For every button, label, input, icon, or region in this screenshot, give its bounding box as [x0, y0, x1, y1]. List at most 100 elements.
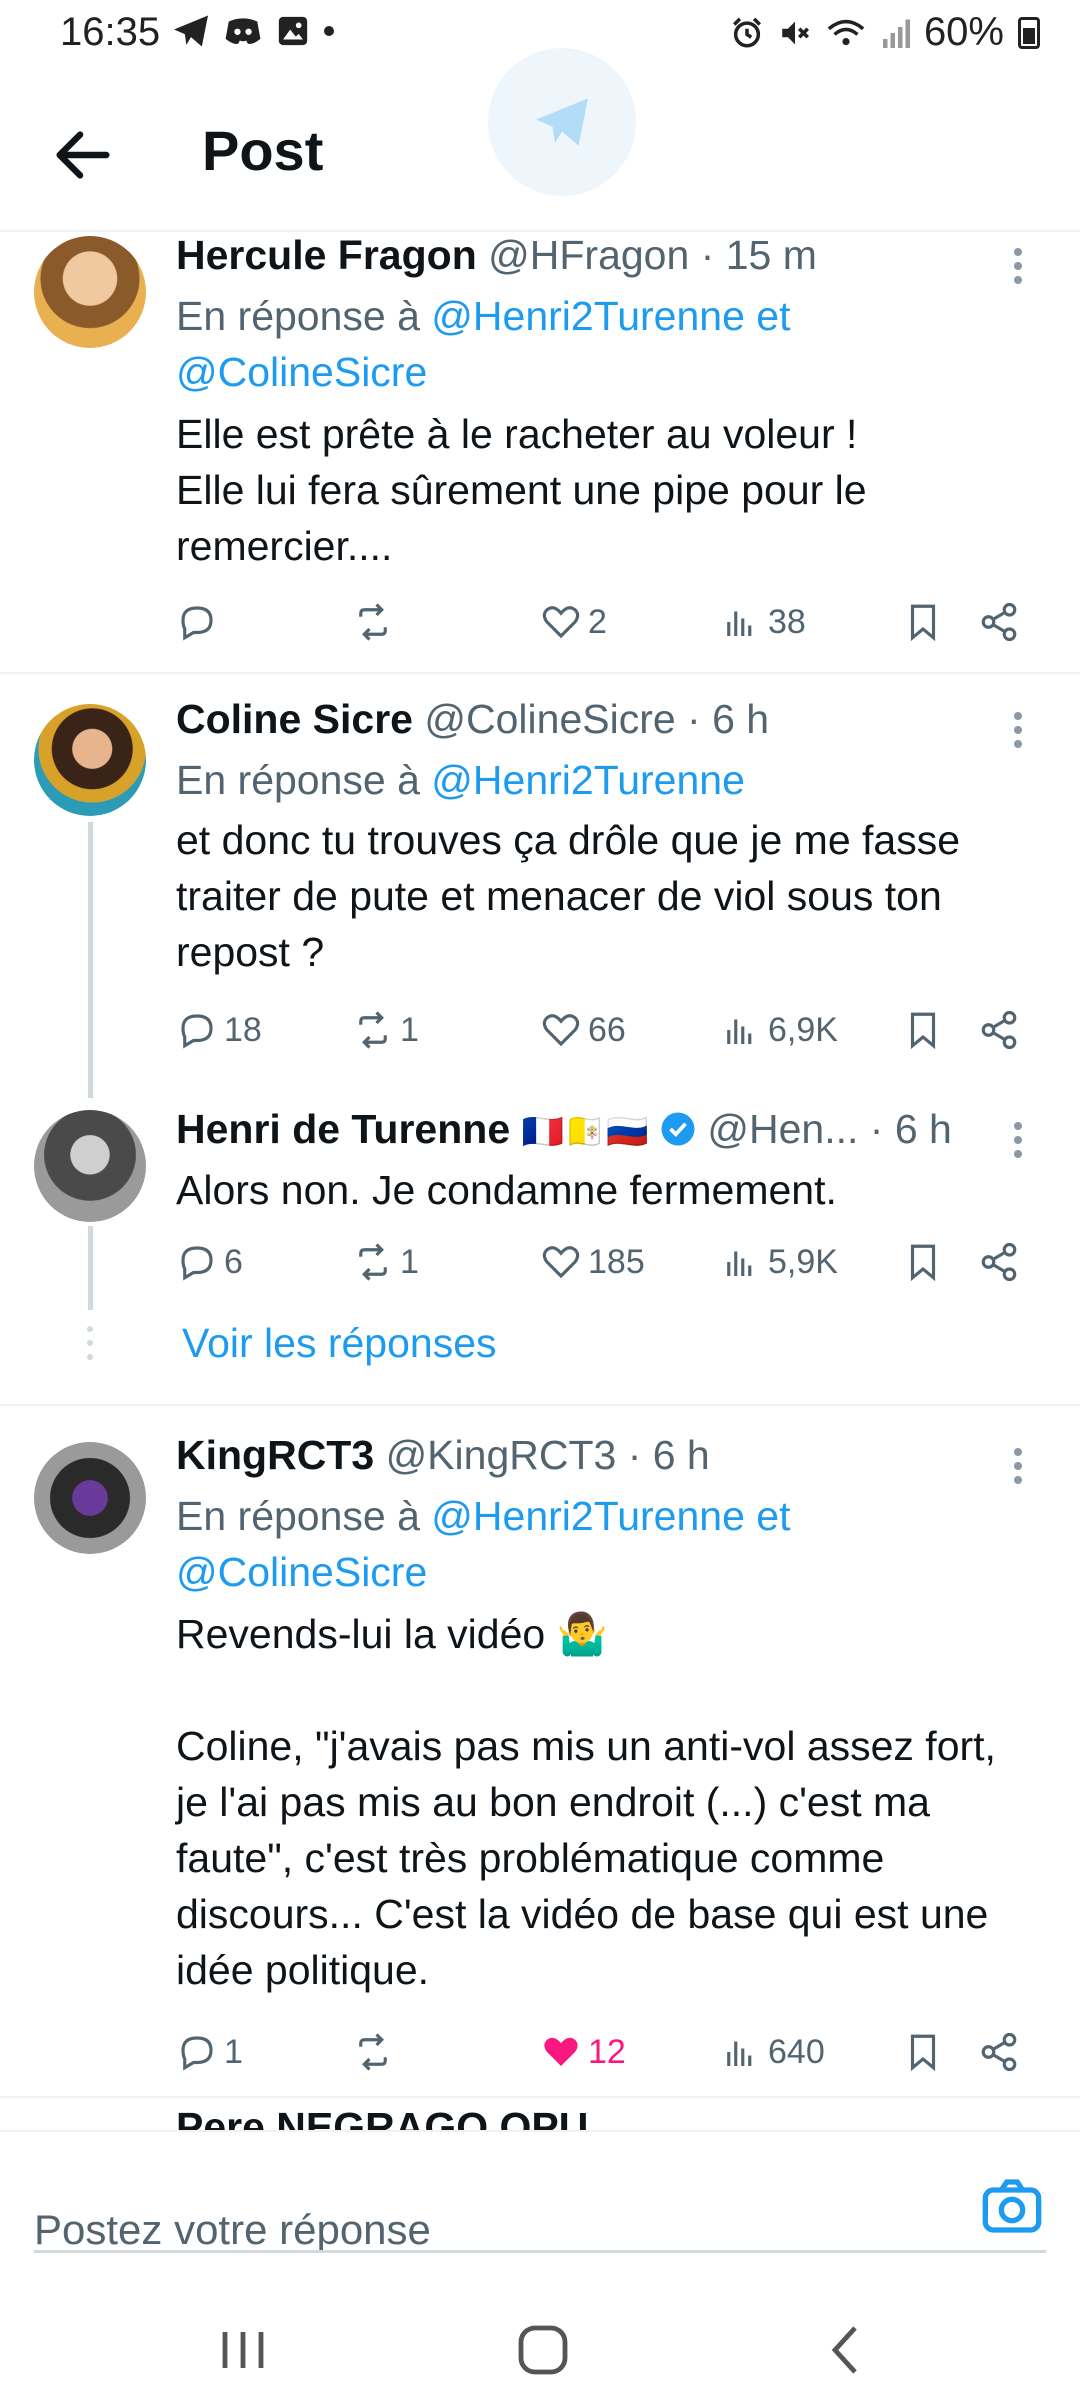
notification-dot — [324, 26, 334, 36]
views-button[interactable]: 5,9K — [720, 1232, 838, 1292]
signal-icon — [882, 19, 910, 48]
tweet-actions: 6 1 185 5,9K — [176, 1232, 1036, 1292]
share-button[interactable] — [978, 592, 1020, 652]
like-count: 2 — [588, 602, 607, 641]
heart-filled-icon — [544, 2037, 578, 2066]
author-handle-time: @KingRCT3 · 6 h — [385, 1432, 710, 1478]
thread-dots — [87, 1318, 93, 1368]
tweet-kingrct3[interactable]: KingRCT3 @KingRCT3 · 6 h En réponse à @H… — [0, 1424, 1080, 2094]
reply-prefix: En réponse à — [176, 293, 432, 339]
views-button[interactable]: 38 — [720, 592, 806, 652]
reply-mention-link[interactable]: @Henri2Turenne — [431, 757, 745, 803]
thread-connector — [88, 1226, 93, 1310]
avatar[interactable] — [34, 704, 146, 816]
reply-icon — [181, 2036, 213, 2071]
author-handle-time: @ColineSicre · 6 h — [424, 696, 770, 742]
discord-icon — [225, 18, 261, 44]
tweet-meta: KingRCT3 @KingRCT3 · 6 h — [176, 1432, 710, 1479]
share-icon — [981, 1010, 1017, 1050]
reply-count: 1 — [224, 2032, 243, 2071]
bookmark-icon — [910, 1012, 936, 1050]
bookmark-button[interactable] — [902, 592, 944, 652]
system-nav-bar — [0, 2290, 1080, 2408]
mute-icon — [782, 21, 809, 44]
repost-button[interactable]: 1 — [352, 1232, 419, 1292]
repost-icon — [359, 603, 387, 641]
telegram-icon — [174, 15, 208, 47]
reply-input-underline — [34, 2250, 1046, 2253]
share-button[interactable] — [978, 2022, 1020, 2082]
bookmark-button[interactable] — [902, 1232, 944, 1292]
tweet-meta: Henri de Turenne 🇫🇷🇻🇦🇷🇺 @Hen... · 6 h — [176, 1106, 952, 1153]
bookmark-button[interactable] — [902, 2022, 944, 2082]
repost-button[interactable] — [352, 592, 400, 652]
tweet-text: et donc tu trouves ça drôle que je me fa… — [176, 817, 961, 975]
recent-apps-icon[interactable] — [208, 2320, 278, 2380]
avatar[interactable] — [34, 1442, 146, 1554]
view-count: 38 — [768, 602, 806, 641]
more-options-icon[interactable] — [1008, 242, 1028, 290]
tweet-text: Alors non. Je condamne fermement. — [176, 1167, 837, 1213]
share-button[interactable] — [978, 1232, 1020, 1292]
reply-icon — [181, 606, 213, 641]
more-options-icon[interactable] — [1008, 1116, 1028, 1164]
back-arrow-icon[interactable] — [48, 120, 118, 190]
reply-button[interactable]: 18 — [176, 1000, 262, 1060]
reply-button[interactable]: 1 — [176, 2022, 243, 2082]
reply-mention-link[interactable]: @ColineSicre — [176, 349, 427, 395]
repost-icon — [359, 1243, 387, 1281]
author-name[interactable]: Hercule Fragon — [176, 232, 477, 278]
heart-icon — [542, 606, 580, 639]
share-button[interactable] — [978, 1000, 1020, 1060]
avatar[interactable] — [34, 236, 146, 348]
tweet-coline-sicre[interactable]: Coline Sicre @ColineSicre · 6 h En répon… — [0, 690, 1080, 1070]
divider — [0, 672, 1080, 674]
view-count: 5,9K — [768, 1242, 838, 1281]
camera-icon[interactable] — [980, 2176, 1044, 2236]
views-button[interactable]: 6,9K — [720, 1000, 838, 1060]
bookmark-button[interactable] — [902, 1000, 944, 1060]
more-options-icon[interactable] — [1008, 1442, 1028, 1490]
reply-button[interactable] — [176, 592, 224, 652]
like-count: 185 — [588, 1242, 645, 1281]
like-count: 12 — [588, 2032, 626, 2071]
author-handle-time: @HFragon · 15 m — [488, 232, 817, 278]
reply-button[interactable]: 6 — [176, 1232, 243, 1292]
analytics-icon — [727, 1251, 752, 1276]
like-button-active[interactable]: 12 — [540, 2022, 626, 2082]
like-button[interactable]: 2 — [540, 592, 607, 652]
tweet-henri-de-turenne[interactable]: Henri de Turenne 🇫🇷🇻🇦🇷🇺 @Hen... · 6 h Al… — [0, 1098, 1080, 1328]
like-count: 66 — [588, 1010, 626, 1049]
author-name[interactable]: KingRCT3 — [176, 1432, 374, 1478]
like-button[interactable]: 66 — [540, 1000, 626, 1060]
reply-input[interactable]: Postez votre réponse — [34, 2206, 431, 2254]
divider — [0, 2096, 1080, 2098]
like-button[interactable]: 185 — [540, 1232, 645, 1292]
reply-prefix: En réponse à — [176, 757, 432, 803]
share-icon — [981, 1242, 1017, 1282]
reply-mention-link[interactable]: @Henri2Turenne et — [431, 293, 790, 339]
home-icon[interactable] — [508, 2320, 578, 2380]
partial-next-tweet[interactable]: Pere NEGRAGO OPU — [176, 2104, 588, 2130]
reply-count: 6 — [224, 1242, 243, 1281]
more-options-icon[interactable] — [1008, 706, 1028, 754]
author-name[interactable]: Coline Sicre — [176, 696, 413, 742]
repost-button[interactable] — [352, 2022, 400, 2082]
show-replies-link[interactable]: Voir les réponses — [182, 1320, 497, 1367]
tweet-hercule-fragon[interactable]: Hercule Fragon @HFragon · 15 m En répons… — [0, 230, 1080, 668]
views-button[interactable]: 640 — [720, 2022, 825, 2082]
reply-mention-link[interactable]: @Henri2Turenne et — [431, 1493, 790, 1539]
verified-badge-icon — [661, 1112, 695, 1146]
avatar[interactable] — [34, 1110, 146, 1222]
heart-icon — [542, 1246, 580, 1279]
reply-context: En réponse à @Henri2Turenne et @ColineSi… — [176, 288, 1036, 400]
status-left-icons — [172, 14, 334, 48]
tweet-meta: Coline Sicre @ColineSicre · 6 h — [176, 696, 769, 743]
repost-button[interactable]: 1 — [352, 1000, 419, 1060]
author-name[interactable]: Henri de Turenne — [176, 1106, 510, 1152]
back-icon[interactable] — [812, 2320, 882, 2380]
analytics-icon — [727, 1019, 752, 1044]
repost-icon — [359, 1011, 387, 1049]
bookmark-icon — [910, 2034, 936, 2072]
reply-mention-link[interactable]: @ColineSicre — [176, 1549, 427, 1595]
